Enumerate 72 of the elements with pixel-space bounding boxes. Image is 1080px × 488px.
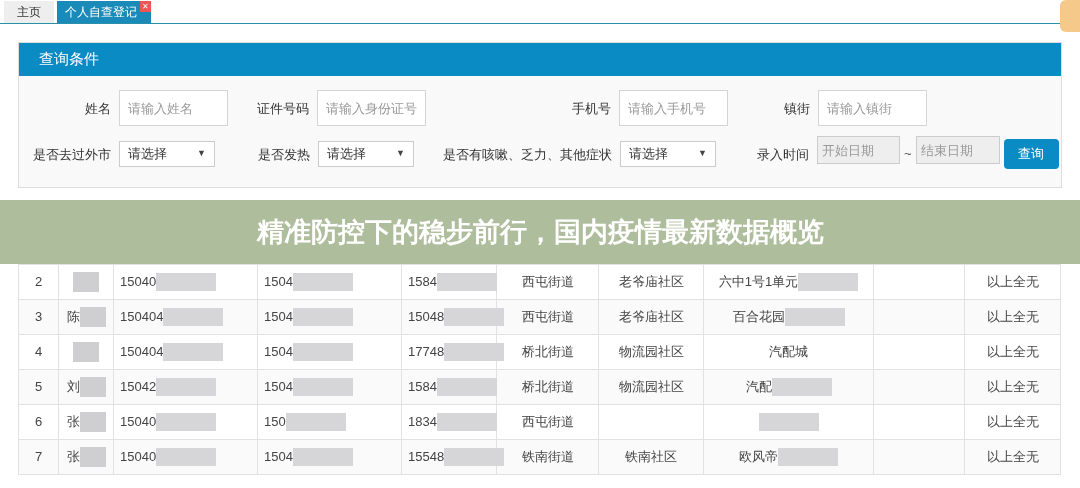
table-cell-text: 以上全无 [986,448,1039,467]
table-cell-text: 3 [34,308,43,327]
table-cell-text: 百合花园 [732,308,785,327]
table-cell-text: 15042 [120,378,157,397]
table-cell-text: 15548 [408,448,445,467]
table-cell-text: 以上全无 [986,308,1039,327]
table-cell-text: 西屯街道 [521,273,574,292]
panel-title: 查询条件 [39,49,99,70]
table-cell-text: 西屯街道 [521,308,574,327]
select-dropdown[interactable]: 请选择 ▼ [119,141,215,167]
table-cell-text: 张 [66,413,80,432]
field-label: 手机号 [572,101,611,116]
table-cell-text: 桥北街道 [521,378,574,397]
field-label: 是否去过外市 [33,147,111,162]
text-input-field[interactable]: 请输入姓名 [119,90,228,126]
field-label: 录入时间 [757,147,809,162]
table-cell-text: 1504 [264,343,293,362]
table-cell-text: 1584 [408,378,437,397]
end-date-field[interactable]: 结束日期 [915,136,1000,164]
table-cell-text: 桥北街道 [521,343,574,362]
table-cell-text: 汽配 [745,378,772,397]
text-input-field[interactable]: 请输入身份证号 [317,90,426,126]
field-label: 是否发热 [258,147,310,162]
table-cell-text: 物流园社区 [618,378,684,397]
table-cell-text: 铁南街道 [521,448,574,467]
start-date-field[interactable]: 开始日期 [817,136,900,164]
text-input-field[interactable]: 请输入镇街 [818,90,927,126]
field-label: 镇街 [784,101,810,116]
field-label: 姓名 [85,101,111,116]
table-cell-text: 5 [34,378,43,397]
range-separator: ~ [904,145,912,164]
table-cell-text: 15040 [120,448,157,467]
table-cell-text: 15048 [408,308,445,327]
table-cell-text: 6 [34,413,43,432]
table-cell-text: 1504 [264,308,293,327]
table-cell-text: 刘 [66,378,80,397]
select-dropdown[interactable]: 请选择 ▼ [318,141,414,167]
table-cell-text: 老爷庙社区 [618,308,684,327]
table-cell-text: 1834 [408,413,437,432]
query-button[interactable]: 查询 [1003,139,1059,169]
field-label: 是否有咳嗽、乏力、其他症状 [443,147,612,162]
table-cell-text: 六中1号1单元 [718,273,799,292]
tab[interactable]: 主页 [4,1,54,23]
table-cell-text: 张 [66,448,80,467]
table-cell-text: 1584 [408,273,437,292]
table-cell-text: 15040 [120,273,157,292]
table-cell-text: 汽配城 [769,343,808,362]
table-cell-text: 物流园社区 [618,343,684,362]
table-cell-text: 以上全无 [986,273,1039,292]
table-cell-text: 150404 [120,308,164,327]
table-cell-text: 150 [264,413,286,432]
table-cell-text: 老爷庙社区 [618,273,684,292]
table-cell-text: 15040 [120,413,157,432]
table-cell-text: 以上全无 [986,378,1039,397]
table-cell-text: 陈 [66,308,80,327]
table-cell-text: 西屯街道 [521,413,574,432]
table-cell-text: 4 [34,343,43,362]
table-cell-text: 150404 [120,343,164,362]
headline-text: 精准防控下的稳步前行，国内疫情最新数据概览 [256,215,824,249]
table-cell-text: 铁南社区 [625,448,677,467]
table-cell-text: 1504 [264,273,293,292]
select-dropdown[interactable]: 请选择 ▼ [620,141,716,167]
table-cell-text: 17748 [408,343,445,362]
table-cell-text: 7 [34,448,43,467]
table-cell-text: 以上全无 [986,343,1039,362]
text-input-field[interactable]: 请输入手机号 [619,90,728,126]
table-cell-text: 1504 [264,448,293,467]
field-label: 证件号码 [257,101,309,116]
table-cell-text: 2 [34,273,43,292]
table-cell-text: 欧风帝 [739,448,778,467]
table-cell-text: 以上全无 [986,413,1039,432]
table-cell-text: 1504 [264,378,293,397]
